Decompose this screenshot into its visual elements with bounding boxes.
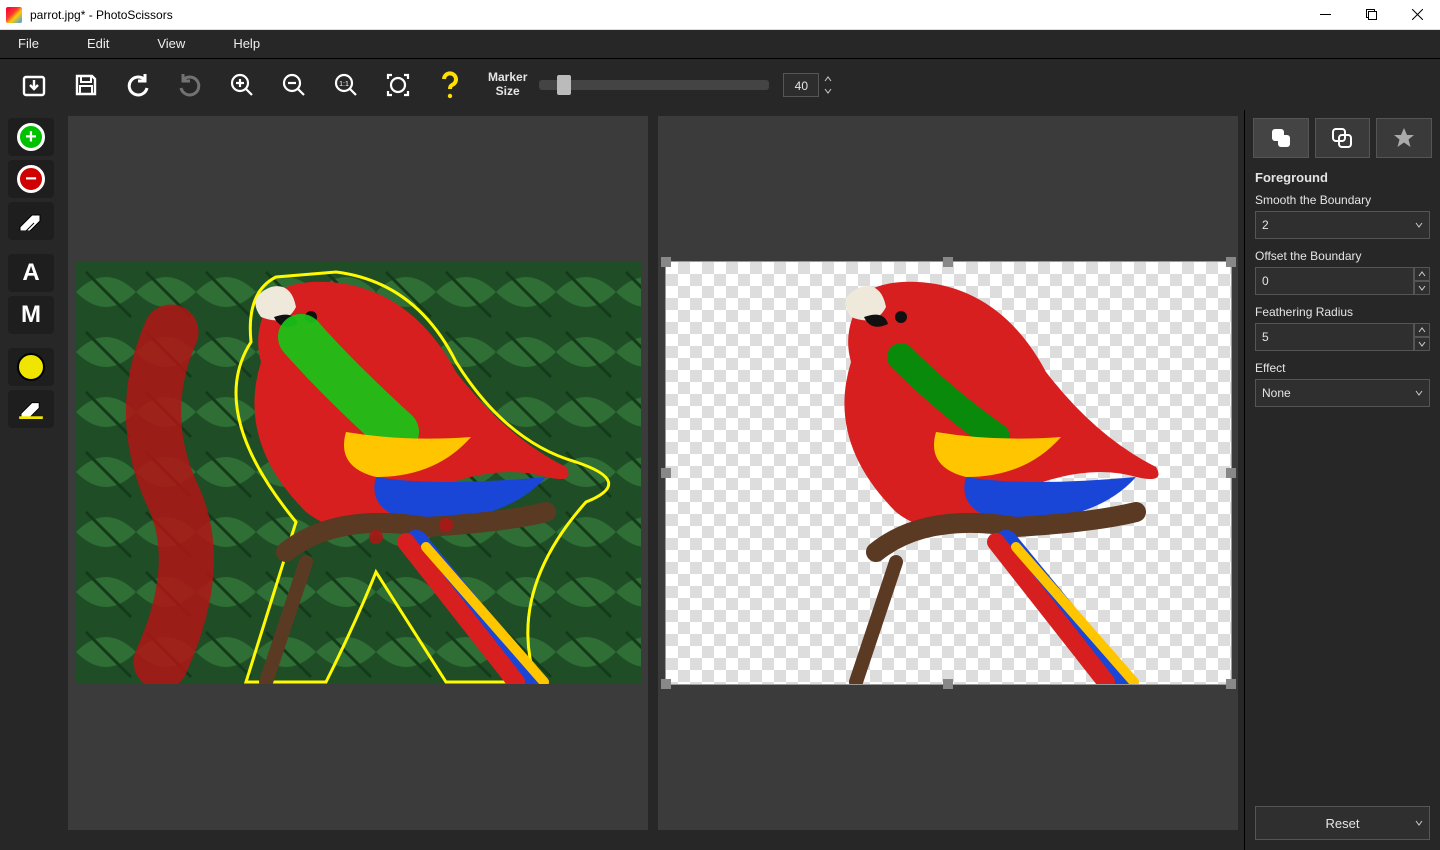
crop-handle-sw[interactable] bbox=[661, 679, 671, 689]
chevron-down-icon bbox=[1415, 819, 1423, 827]
properties-panel: Foreground Smooth the Boundary 2 Offset … bbox=[1244, 110, 1440, 850]
workspace: + − A M bbox=[0, 110, 1440, 850]
effect-label: Effect bbox=[1255, 361, 1430, 375]
marker-size-value[interactable]: 40 bbox=[783, 73, 819, 97]
offset-label: Offset the Boundary bbox=[1255, 249, 1430, 263]
save-button[interactable] bbox=[60, 63, 112, 107]
undo-button[interactable] bbox=[112, 63, 164, 107]
source-image bbox=[76, 262, 641, 684]
window-controls bbox=[1302, 0, 1440, 30]
eraser-button[interactable] bbox=[8, 202, 54, 240]
open-button[interactable] bbox=[8, 63, 60, 107]
offset-value: 0 bbox=[1255, 267, 1414, 295]
marker-size-spinner bbox=[821, 73, 835, 97]
panel-tabs bbox=[1245, 110, 1440, 166]
chevron-down-icon bbox=[1415, 389, 1423, 397]
background-marker-button[interactable]: − bbox=[8, 160, 54, 198]
source-pane[interactable] bbox=[68, 116, 648, 830]
reset-label: Reset bbox=[1326, 816, 1360, 831]
crop-handle-w[interactable] bbox=[661, 468, 671, 478]
minus-icon: − bbox=[17, 165, 45, 193]
effect-value: None bbox=[1262, 386, 1291, 400]
auto-mode-button[interactable]: A bbox=[8, 254, 54, 292]
maximize-button[interactable] bbox=[1348, 0, 1394, 30]
crop-handle-nw[interactable] bbox=[661, 257, 671, 267]
yellow-circle-icon bbox=[17, 353, 45, 381]
zoom-actual-button[interactable]: 1:1 bbox=[320, 63, 372, 107]
offset-down[interactable] bbox=[1414, 281, 1430, 295]
reset-button[interactable]: Reset bbox=[1255, 806, 1430, 840]
chevron-down-icon bbox=[1415, 221, 1423, 229]
offset-input[interactable]: 0 bbox=[1255, 267, 1430, 295]
letter-a-icon: A bbox=[22, 259, 39, 287]
highlight-eraser-button[interactable] bbox=[8, 390, 54, 428]
result-image bbox=[666, 262, 1231, 684]
letter-m-icon: M bbox=[21, 301, 41, 329]
highlight-marker-button[interactable] bbox=[8, 348, 54, 386]
close-button[interactable] bbox=[1394, 0, 1440, 30]
menu-view[interactable]: View bbox=[139, 30, 215, 58]
app-icon bbox=[6, 7, 22, 23]
manual-mode-button[interactable]: M bbox=[8, 296, 54, 334]
minimize-button[interactable] bbox=[1302, 0, 1348, 30]
foreground-icon bbox=[1269, 126, 1293, 150]
menu-edit[interactable]: Edit bbox=[69, 30, 139, 58]
marker-size-label: Marker Size bbox=[488, 71, 527, 99]
crop-handle-s[interactable] bbox=[943, 679, 953, 689]
tool-column: + − A M bbox=[0, 110, 62, 850]
background-icon bbox=[1330, 126, 1354, 150]
redo-button[interactable] bbox=[164, 63, 216, 107]
title-bar: parrot.jpg* - PhotoScissors bbox=[0, 0, 1440, 30]
star-icon bbox=[1392, 126, 1416, 150]
smooth-value: 2 bbox=[1262, 218, 1269, 232]
window-title: parrot.jpg* - PhotoScissors bbox=[30, 8, 1302, 22]
zoom-out-button[interactable] bbox=[268, 63, 320, 107]
slider-thumb[interactable] bbox=[557, 75, 571, 95]
plus-icon: + bbox=[17, 123, 45, 151]
smooth-label: Smooth the Boundary bbox=[1255, 193, 1430, 207]
feather-label: Feathering Radius bbox=[1255, 305, 1430, 319]
canvas-split bbox=[62, 110, 1244, 850]
feather-value: 5 bbox=[1255, 323, 1414, 351]
marker-size-down[interactable] bbox=[821, 85, 835, 97]
foreground-marker-button[interactable]: + bbox=[8, 118, 54, 156]
result-pane[interactable] bbox=[658, 116, 1238, 830]
zoom-fit-button[interactable] bbox=[372, 63, 424, 107]
eraser-icon bbox=[16, 211, 46, 231]
smooth-combo[interactable]: 2 bbox=[1255, 211, 1430, 239]
help-button[interactable] bbox=[424, 63, 476, 107]
zoom-in-button[interactable] bbox=[216, 63, 268, 107]
eraser-yellow-icon bbox=[16, 399, 46, 419]
tab-background[interactable] bbox=[1315, 118, 1371, 158]
crop-handle-ne[interactable] bbox=[1226, 257, 1236, 267]
menu-file[interactable]: File bbox=[0, 30, 69, 58]
menu-bar: File Edit View Help bbox=[0, 30, 1440, 58]
feather-down[interactable] bbox=[1414, 337, 1430, 351]
toolbar: 1:1 Marker Size 40 bbox=[0, 58, 1440, 110]
feather-up[interactable] bbox=[1414, 323, 1430, 337]
result-canvas[interactable] bbox=[666, 262, 1231, 684]
section-title: Foreground bbox=[1245, 166, 1440, 193]
menu-help[interactable]: Help bbox=[215, 30, 290, 58]
marker-size-up[interactable] bbox=[821, 73, 835, 85]
crop-handle-e[interactable] bbox=[1226, 468, 1236, 478]
crop-handle-se[interactable] bbox=[1226, 679, 1236, 689]
feather-input[interactable]: 5 bbox=[1255, 323, 1430, 351]
tab-foreground[interactable] bbox=[1253, 118, 1309, 158]
marker-size-slider[interactable] bbox=[539, 80, 769, 90]
effect-combo[interactable]: None bbox=[1255, 379, 1430, 407]
tab-favorites[interactable] bbox=[1376, 118, 1432, 158]
crop-handle-n[interactable] bbox=[943, 257, 953, 267]
offset-up[interactable] bbox=[1414, 267, 1430, 281]
source-canvas[interactable] bbox=[76, 262, 641, 684]
svg-text:1:1: 1:1 bbox=[339, 81, 349, 88]
